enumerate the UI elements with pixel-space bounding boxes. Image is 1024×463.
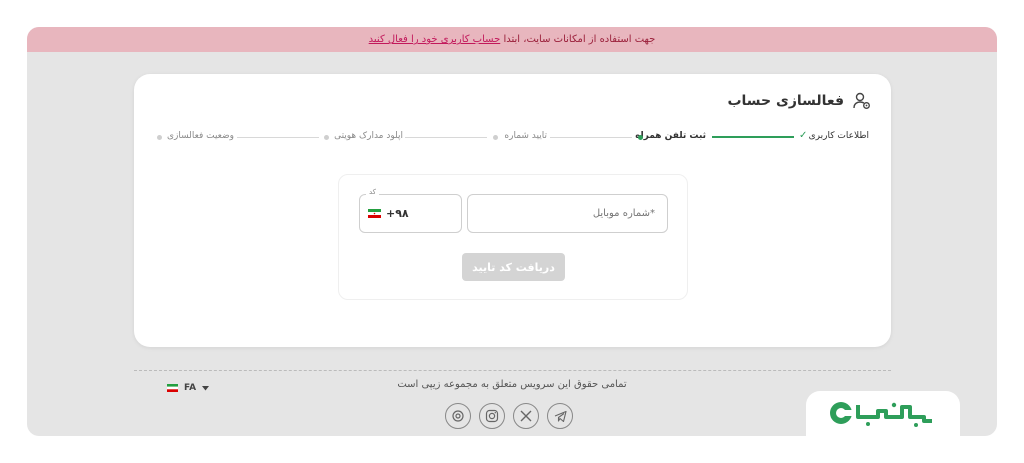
language-code: FA	[184, 383, 197, 393]
banner-text: جهت استفاده از امکانات سایت، ابتدا	[503, 34, 656, 45]
country-code-label: کد	[366, 188, 380, 196]
social-links	[445, 403, 573, 429]
step-status: وضعیت فعالسازی	[166, 131, 234, 141]
get-verification-code-button[interactable]: دریافت کد تایید	[462, 253, 565, 281]
step-dot	[324, 135, 329, 140]
step-connector	[237, 137, 319, 138]
step-dot-active	[638, 135, 643, 140]
copyright-text: تمامی حقوق این سرویس متعلق به مجموعه زیپ…	[397, 379, 627, 390]
step-phone: ثبت تلفن همراه	[635, 131, 706, 141]
language-selector[interactable]: FA	[167, 383, 210, 393]
activate-account-link[interactable]: حساب کاربری خود را فعال کنید	[369, 34, 501, 45]
user-settings-icon	[853, 92, 870, 109]
mobile-number-input[interactable]	[467, 194, 668, 233]
step-connector	[405, 137, 487, 138]
telegram-icon[interactable]	[547, 403, 573, 429]
soodup-logo	[806, 391, 960, 436]
page-title: فعالسازی حساب	[727, 93, 844, 109]
country-code-select[interactable]: کد +۹۸	[359, 188, 462, 233]
step-documents: اپلود مدارک هویتی	[334, 131, 403, 141]
step-connector-active	[712, 136, 794, 138]
country-code-value: +۹۸	[386, 207, 409, 220]
step-dot	[157, 135, 162, 140]
x-icon[interactable]	[513, 403, 539, 429]
footer-divider	[134, 370, 891, 371]
phone-form: کد +۹۸ دریافت کد تایید	[338, 174, 688, 300]
iran-flag-icon	[167, 384, 178, 392]
soodup-logo-icon	[830, 402, 932, 427]
step-dot	[493, 135, 498, 140]
instagram-icon[interactable]	[479, 403, 505, 429]
page-frame: جهت استفاده از امکانات سایت، ابتدا حساب …	[27, 27, 997, 436]
activation-card: فعالسازی حساب ✓ اطلاعات کاربری ثبت تلفن …	[134, 74, 891, 347]
activation-banner: جهت استفاده از امکانات سایت، ابتدا حساب …	[27, 27, 997, 52]
iran-flag-icon	[368, 209, 381, 218]
support-icon[interactable]	[445, 403, 471, 429]
checkmark-icon: ✓	[799, 130, 808, 141]
step-connector	[550, 137, 632, 138]
step-user-info: اطلاعات کاربری	[808, 131, 869, 141]
step-verify: تایید شماره	[504, 131, 547, 141]
chevron-down-icon	[202, 385, 210, 390]
